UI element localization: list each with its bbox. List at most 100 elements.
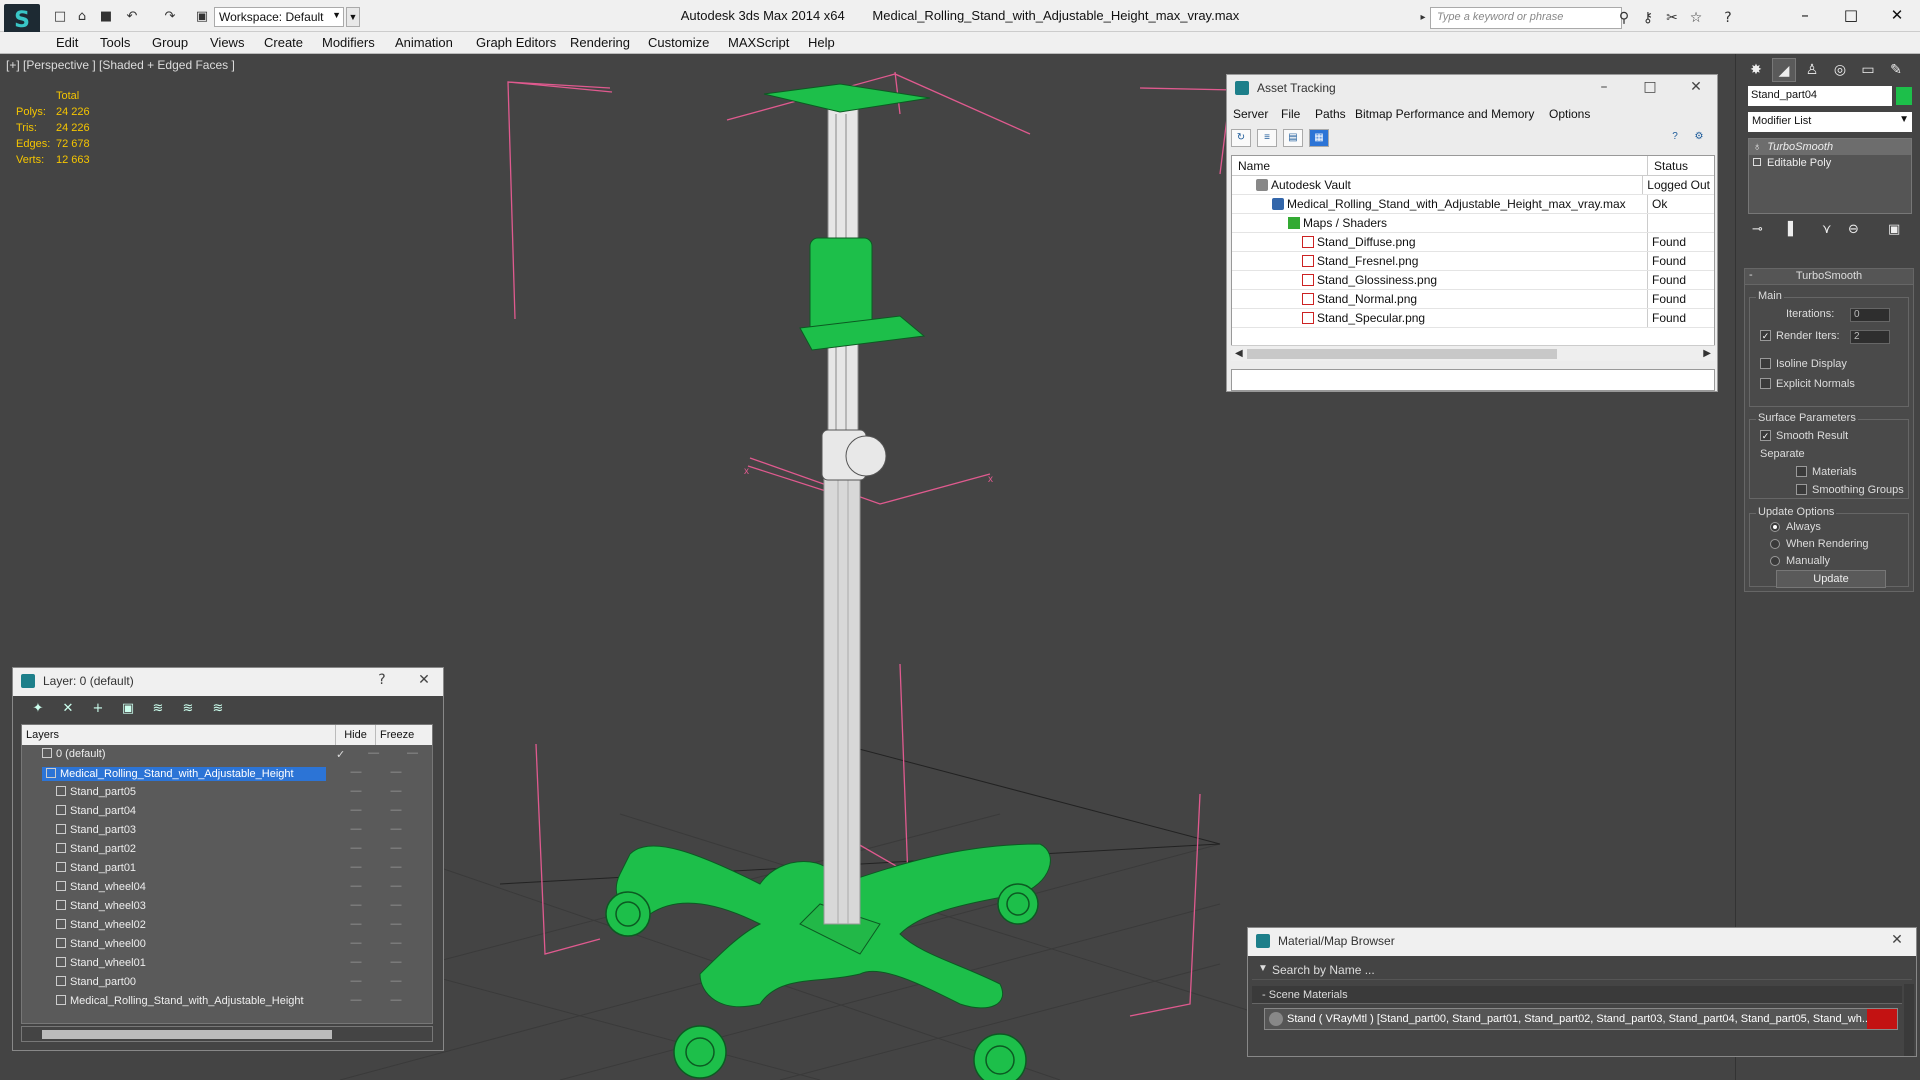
scroll-right-icon[interactable]: ▶: [1703, 346, 1711, 362]
freeze-toggle[interactable]: —: [376, 821, 416, 840]
select-objects-icon[interactable]: ▣: [117, 700, 139, 718]
freeze-toggle[interactable]: —: [376, 802, 416, 821]
scene-materials-group[interactable]: - Scene Materials: [1252, 986, 1902, 1004]
freeze-toggle[interactable]: —: [376, 783, 416, 802]
binoculars-icon[interactable]: ⚲: [1614, 8, 1634, 28]
material-vertical-scrollbar[interactable]: [1904, 984, 1914, 1056]
menu-animation[interactable]: Animation: [395, 35, 453, 50]
open-file-icon[interactable]: ⌂: [72, 7, 92, 27]
menu-paths[interactable]: Paths: [1315, 107, 1346, 121]
asset-tracking-titlebar[interactable]: Asset Tracking – □ ✕: [1227, 75, 1717, 103]
modify-tab-icon[interactable]: ◢: [1772, 58, 1796, 82]
display-tab-icon[interactable]: ▭: [1856, 58, 1880, 82]
new-file-icon[interactable]: □: [50, 7, 70, 27]
make-unique-icon[interactable]: ⋎: [1822, 222, 1832, 237]
freeze-toggle[interactable]: —: [376, 878, 416, 897]
save-file-icon[interactable]: ■: [96, 7, 116, 27]
layer-row[interactable]: 0 (default) ✓ — —: [22, 745, 432, 764]
object-color-swatch[interactable]: [1896, 87, 1912, 105]
freeze-toggle[interactable]: —: [393, 745, 432, 764]
render-iters-spinner[interactable]: 2: [1850, 330, 1890, 344]
explicit-normals-checkbox[interactable]: [1760, 378, 1771, 389]
motion-tab-icon[interactable]: ◎: [1828, 58, 1852, 82]
menu-modifiers[interactable]: Modifiers: [322, 35, 375, 50]
hide-all-icon[interactable]: ≋: [177, 700, 199, 718]
column-freeze[interactable]: Freeze: [376, 725, 416, 745]
asset-horizontal-scrollbar[interactable]: ◀ ▶: [1231, 345, 1715, 361]
search-input[interactable]: Type a keyword or phrase: [1430, 7, 1622, 29]
detail-view-icon[interactable]: ▤: [1283, 129, 1303, 147]
hide-toggle[interactable]: —: [336, 992, 376, 1011]
undo-icon[interactable]: ↶: [122, 7, 142, 27]
table-row[interactable]: Stand_Fresnel.png Found: [1232, 252, 1714, 271]
menu-bitmap-performance[interactable]: Bitmap Performance and Memory: [1355, 107, 1534, 121]
key-icon[interactable]: ⚷: [1638, 8, 1658, 28]
layer-row[interactable]: Stand_wheel04 — —: [22, 878, 432, 897]
table-row[interactable]: Stand_Glossiness.png Found: [1232, 271, 1714, 290]
layer-row[interactable]: Medical_Rolling_Stand_with_Adjustable_He…: [22, 764, 432, 783]
remove-modifier-icon[interactable]: ⊖: [1848, 222, 1859, 237]
expand-arrow-icon[interactable]: ▸: [1418, 8, 1428, 28]
options-arrow-icon[interactable]: ▼: [1258, 963, 1268, 974]
material-item[interactable]: Stand ( VRayMtl ) [Stand_part00, Stand_p…: [1264, 1008, 1898, 1030]
layer-row[interactable]: Stand_part03 — —: [22, 821, 432, 840]
menu-options[interactable]: Options: [1549, 107, 1590, 121]
close-icon[interactable]: ✕: [1886, 932, 1908, 948]
column-status[interactable]: Status: [1648, 156, 1694, 175]
hide-toggle[interactable]: —: [336, 897, 376, 916]
update-button[interactable]: Update: [1776, 570, 1886, 588]
material-search-input[interactable]: ▼ Search by Name ...: [1252, 960, 1912, 980]
freeze-toggle[interactable]: —: [376, 935, 416, 954]
hide-toggle[interactable]: —: [336, 783, 376, 802]
freeze-toggle[interactable]: —: [376, 859, 416, 878]
when-rendering-radio[interactable]: [1770, 539, 1780, 549]
close-icon[interactable]: ✕: [413, 672, 435, 688]
project-folder-icon[interactable]: ▣: [192, 7, 212, 27]
freeze-toggle[interactable]: —: [376, 973, 416, 992]
freeze-toggle[interactable]: —: [376, 897, 416, 916]
menu-customize[interactable]: Customize: [648, 35, 709, 50]
smoothing-groups-checkbox[interactable]: [1796, 484, 1807, 495]
hide-toggle[interactable]: —: [336, 859, 376, 878]
hide-toggle[interactable]: —: [336, 916, 376, 935]
menu-rendering[interactable]: Rendering: [570, 35, 630, 50]
layer-row[interactable]: Medical_Rolling_Stand_with_Adjustable_He…: [22, 992, 432, 1011]
menu-group[interactable]: Group: [152, 35, 188, 50]
settings-icon[interactable]: ⚙: [1689, 129, 1709, 147]
layer-row[interactable]: Stand_wheel03 — —: [22, 897, 432, 916]
table-row[interactable]: Stand_Specular.png Found: [1232, 309, 1714, 328]
menu-server[interactable]: Server: [1233, 107, 1268, 121]
lightbulb-icon[interactable]: ♁: [1753, 141, 1761, 153]
menu-views[interactable]: Views: [210, 35, 244, 50]
create-layer-icon[interactable]: ✦: [27, 700, 49, 718]
redo-icon[interactable]: ↷: [160, 7, 180, 27]
freeze-toggle[interactable]: —: [376, 992, 416, 1011]
hide-toggle[interactable]: —: [336, 954, 376, 973]
hierarchy-tab-icon[interactable]: ♙: [1800, 58, 1824, 82]
list-view-icon[interactable]: ≡: [1257, 129, 1277, 147]
freeze-all-icon[interactable]: ≋: [207, 700, 229, 718]
show-end-result-icon[interactable]: ▌: [1788, 222, 1798, 237]
hide-toggle[interactable]: —: [336, 935, 376, 954]
layer-row[interactable]: Stand_part01 — —: [22, 859, 432, 878]
help-icon[interactable]: ?: [371, 672, 393, 688]
stack-item-editable-poly[interactable]: Editable Poly: [1749, 155, 1911, 171]
column-layers[interactable]: Layers: [22, 725, 336, 745]
object-name-field[interactable]: Stand_part04: [1748, 86, 1892, 106]
menu-create[interactable]: Create: [264, 35, 303, 50]
table-row[interactable]: Maps / Shaders: [1232, 214, 1714, 233]
stack-item-turbosmooth[interactable]: ♁ TurboSmooth: [1749, 139, 1911, 155]
table-row[interactable]: Autodesk Vault Logged Out: [1232, 176, 1714, 195]
table-row[interactable]: Medical_Rolling_Stand_with_Adjustable_He…: [1232, 195, 1714, 214]
workspace-menu-arrow[interactable]: ▼: [346, 7, 360, 27]
material-browser-titlebar[interactable]: Material/Map Browser ✕: [1248, 928, 1916, 956]
layer-row[interactable]: Stand_part05 — —: [22, 783, 432, 802]
menu-tools[interactable]: Tools: [100, 35, 130, 50]
layer-row[interactable]: Stand_wheel01 — —: [22, 954, 432, 973]
delete-layer-icon[interactable]: ✕: [57, 700, 79, 718]
workspace-dropdown[interactable]: Workspace: Default ▼: [214, 7, 344, 27]
hide-toggle[interactable]: —: [336, 840, 376, 859]
add-to-layer-icon[interactable]: +: [87, 700, 109, 718]
pin-stack-icon[interactable]: ⊸: [1752, 222, 1763, 237]
menu-help[interactable]: Help: [808, 35, 835, 50]
